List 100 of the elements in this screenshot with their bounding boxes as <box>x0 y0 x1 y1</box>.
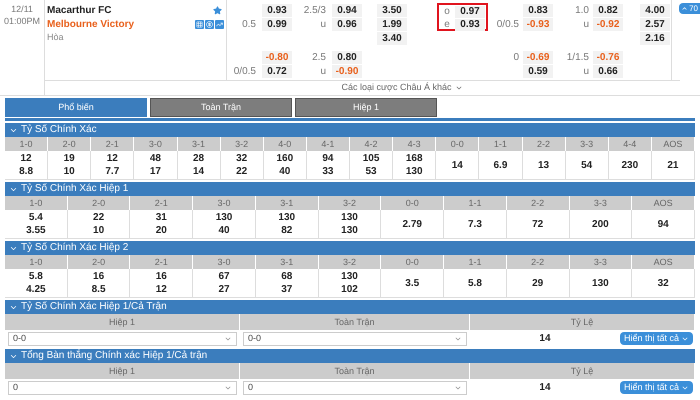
odds-value[interactable]: 31 <box>156 211 167 224</box>
tab[interactable]: Phổ biến <box>5 98 147 117</box>
odds-value[interactable]: 0.83 <box>523 4 553 16</box>
section-header[interactable]: Tỷ Số Chính Xác Hiệp 1 <box>5 182 695 196</box>
odds-value[interactable]: 0.59 <box>523 64 553 78</box>
odds-value[interactable]: 4.00 <box>640 4 670 16</box>
section-header[interactable]: Tỷ Số Chính Xác Hiệp 2 <box>5 241 695 255</box>
odds-value[interactable]: 32 <box>658 276 669 290</box>
odds-value[interactable]: 8.8 <box>19 165 34 178</box>
more-bets-dropdown[interactable]: Các loại cược Châu Á khác <box>342 81 464 95</box>
odds-value[interactable]: 40 <box>218 224 230 237</box>
odds-value[interactable]: 37 <box>281 283 292 296</box>
section-header[interactable]: Tổng Bàn thắng Chính xác Hiệp 1/Cả trận <box>5 349 695 363</box>
home-team[interactable]: Macarthur FC <box>47 2 112 18</box>
odds-value[interactable]: 22 <box>93 211 104 224</box>
odds-value[interactable]: 48 <box>150 152 161 165</box>
odds-value[interactable]: 130 <box>216 211 232 224</box>
odds-value[interactable]: 17 <box>150 165 161 178</box>
chevron-down-icon <box>455 84 464 92</box>
odds-value[interactable]: 130 <box>592 276 609 290</box>
odds-value[interactable]: 0.96 <box>332 18 362 30</box>
odds-value[interactable]: 130 <box>341 270 358 283</box>
odds-value[interactable]: 5.8 <box>468 276 482 290</box>
odds-value[interactable]: 14 <box>452 158 463 172</box>
odds-value[interactable]: 7.3 <box>468 218 482 230</box>
odds-value[interactable]: 2.16 <box>640 32 670 44</box>
column-header: 2-0 <box>68 255 130 269</box>
odds-value[interactable]: 19 <box>64 152 75 165</box>
odds-value[interactable]: 0.72 <box>262 64 292 78</box>
odds-value[interactable]: 12 <box>106 152 118 165</box>
odds-value[interactable]: 7.7 <box>105 165 120 178</box>
odds-value[interactable]: 27 <box>218 283 230 296</box>
odds-value[interactable]: 102 <box>341 283 358 296</box>
odds-value[interactable]: 68 <box>281 270 292 283</box>
odds-value[interactable]: 160 <box>276 152 294 165</box>
odds-value[interactable]: 1.99 <box>377 18 407 30</box>
odds-value[interactable]: 8.5 <box>92 283 106 296</box>
odds-value[interactable]: 10 <box>64 165 75 178</box>
odds-value[interactable]: 0.99 <box>262 18 292 30</box>
coin-icon[interactable] <box>205 20 214 28</box>
section-header[interactable]: Tỷ Số Chính Xác Hiệp 1/Cả Trận <box>5 300 695 314</box>
odds-value[interactable]: 130 <box>278 211 296 224</box>
odds-value[interactable]: 3.50 <box>377 4 407 16</box>
odds-value[interactable]: 14 <box>470 331 620 346</box>
tab[interactable]: Hiệp 1 <box>295 98 437 117</box>
odds-value[interactable]: 0.66 <box>593 64 623 78</box>
odds-value[interactable]: 3.5 <box>405 276 420 290</box>
select-field[interactable]: 0 <box>243 380 467 394</box>
star-icon[interactable] <box>213 6 222 14</box>
odds-value[interactable]: 4.25 <box>26 283 46 296</box>
odds-value[interactable]: 94 <box>658 218 669 230</box>
odds-value[interactable]: 94 <box>322 152 334 165</box>
odds-value[interactable]: 12 <box>156 283 167 296</box>
select-field[interactable]: 0-0 <box>243 332 467 346</box>
odds-value[interactable]: 13 <box>538 158 550 172</box>
odds-value[interactable]: 0.93 <box>455 18 485 30</box>
odds-value[interactable]: 22 <box>236 165 248 178</box>
odds-value[interactable]: 230 <box>621 158 638 172</box>
odds-value[interactable]: 130 <box>341 224 358 237</box>
odds-value[interactable]: 28 <box>193 152 204 165</box>
odds-value[interactable]: 54 <box>581 158 592 172</box>
odds-value[interactable]: 130 <box>406 165 423 178</box>
odds-value[interactable]: 168 <box>406 152 423 165</box>
odds-value[interactable]: 130 <box>341 211 358 224</box>
chart-icon[interactable] <box>215 20 224 28</box>
odds-value[interactable]: 2.79 <box>402 218 422 230</box>
odds-value[interactable]: 14 <box>470 380 620 395</box>
odds-value[interactable]: 32 <box>236 152 248 165</box>
odds-value[interactable]: 12 <box>20 152 32 165</box>
section-header[interactable]: Tỷ Số Chính Xác <box>5 123 695 137</box>
select-field[interactable]: 0 <box>8 380 237 394</box>
odds-value[interactable]: 5.4 <box>28 211 43 224</box>
odds-value[interactable]: 0.94 <box>332 4 362 16</box>
odds-value[interactable]: 3.55 <box>26 224 46 237</box>
odds-value[interactable]: 200 <box>592 218 609 230</box>
odds-value[interactable]: 21 <box>667 158 678 172</box>
odds-value[interactable]: 40 <box>279 165 290 178</box>
odds-value[interactable]: 16 <box>156 270 167 283</box>
odds-value[interactable]: 0.97 <box>455 6 485 18</box>
odds-value[interactable]: 0.82 <box>593 4 623 16</box>
tab[interactable]: Toàn Trận <box>150 98 292 117</box>
odds-value[interactable]: 29 <box>532 276 544 290</box>
odds-value[interactable]: 16 <box>93 270 104 283</box>
odds-value[interactable]: 82 <box>281 224 292 237</box>
odds-value[interactable]: 6.9 <box>493 158 508 172</box>
odds-value[interactable]: 72 <box>532 218 544 230</box>
odds-value[interactable]: 67 <box>218 270 230 283</box>
odds-value[interactable]: 2.57 <box>640 18 670 30</box>
odds-value[interactable]: 33 <box>322 165 334 178</box>
odds-value[interactable]: 10 <box>93 224 104 237</box>
grid-icon[interactable] <box>195 20 204 28</box>
select-field[interactable]: 0-0 <box>8 332 237 346</box>
odds-value[interactable]: 0.93 <box>262 4 292 16</box>
odds-value[interactable]: 3.40 <box>377 32 407 44</box>
odds-value[interactable]: 20 <box>156 224 167 237</box>
odds-value[interactable]: 14 <box>193 165 204 178</box>
odds-value[interactable]: 53 <box>366 165 377 178</box>
odds-value[interactable]: 5.8 <box>28 270 43 283</box>
odds-value[interactable]: 0.80 <box>332 50 362 64</box>
odds-value[interactable]: 105 <box>362 152 380 165</box>
